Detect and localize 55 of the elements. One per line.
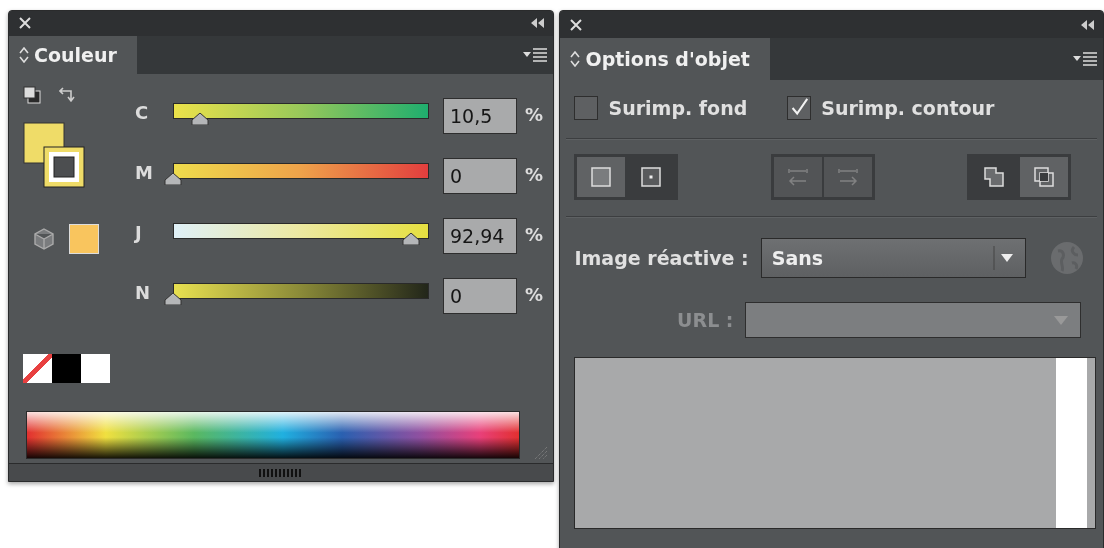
slider-track[interactable]: [173, 163, 429, 180]
color-spectrum[interactable]: [26, 411, 520, 460]
unit-label: %: [525, 223, 544, 246]
hotspot-label: Image réactive :: [574, 247, 749, 269]
checkbox-label[interactable]: Surimp. fond: [608, 97, 748, 119]
toggle-button[interactable]: [1020, 157, 1068, 197]
channel-label: J: [135, 221, 143, 244]
front-shape-icon: [982, 165, 1006, 189]
panel-menu-icon[interactable]: [1073, 51, 1097, 67]
square-icon: [589, 165, 614, 189]
checkbox-label[interactable]: Surimp. contour: [821, 97, 995, 119]
channel-label: M: [135, 161, 154, 184]
channel-label: N: [135, 281, 152, 304]
close-icon[interactable]: [19, 17, 31, 30]
slider-thumb[interactable]: [191, 113, 210, 126]
globe-icon: [1049, 241, 1084, 275]
dropdown-arrow-icon: [992, 246, 1015, 270]
value-field[interactable]: 10,5: [443, 98, 517, 135]
slider-track[interactable]: [173, 223, 429, 240]
fill-stroke-swatch[interactable]: [23, 122, 87, 191]
unit-label: %: [525, 283, 544, 306]
panel-tab[interactable]: Options d'objet: [560, 38, 770, 80]
checkbox[interactable]: [787, 96, 812, 120]
close-icon[interactable]: [570, 18, 583, 31]
unit-label: %: [525, 103, 544, 126]
overlap-shape-icon: [1032, 165, 1056, 189]
slider-track[interactable]: [173, 103, 429, 120]
slider-track[interactable]: [173, 283, 429, 300]
slider-thumb[interactable]: [164, 173, 182, 186]
panel-menu-icon[interactable]: [523, 47, 548, 64]
hotspot-dropdown[interactable]: Sans: [760, 238, 1026, 278]
up-down-icon: [19, 46, 29, 65]
registration-swatch[interactable]: [52, 354, 81, 384]
default-colors-icon[interactable]: [23, 86, 41, 105]
collapse-icon[interactable]: [531, 18, 546, 29]
resize-grip-icon[interactable]: [533, 445, 550, 462]
none-swatch[interactable]: [23, 354, 52, 384]
paper-swatch[interactable]: [81, 354, 110, 384]
value-field[interactable]: 0: [443, 278, 517, 315]
swap-arrow-icon[interactable]: [59, 86, 77, 105]
url-label: URL :: [676, 309, 735, 331]
channel-label: C: [135, 101, 150, 124]
value-field[interactable]: 0: [443, 158, 517, 195]
value-field[interactable]: 92,94: [443, 218, 517, 255]
panel-tab[interactable]: Couleur: [9, 35, 137, 75]
unit-label: %: [525, 163, 544, 186]
collapse-icon[interactable]: [1081, 19, 1095, 30]
toggle-button[interactable]: [577, 157, 626, 197]
slider-thumb[interactable]: [164, 293, 182, 306]
cube-icon: [33, 227, 55, 252]
up-down-icon: [570, 50, 581, 68]
slider-thumb[interactable]: [401, 233, 420, 246]
drag-handle-icon[interactable]: [259, 468, 304, 477]
checkbox[interactable]: [574, 96, 599, 120]
gamut-swatch[interactable]: [69, 224, 99, 255]
